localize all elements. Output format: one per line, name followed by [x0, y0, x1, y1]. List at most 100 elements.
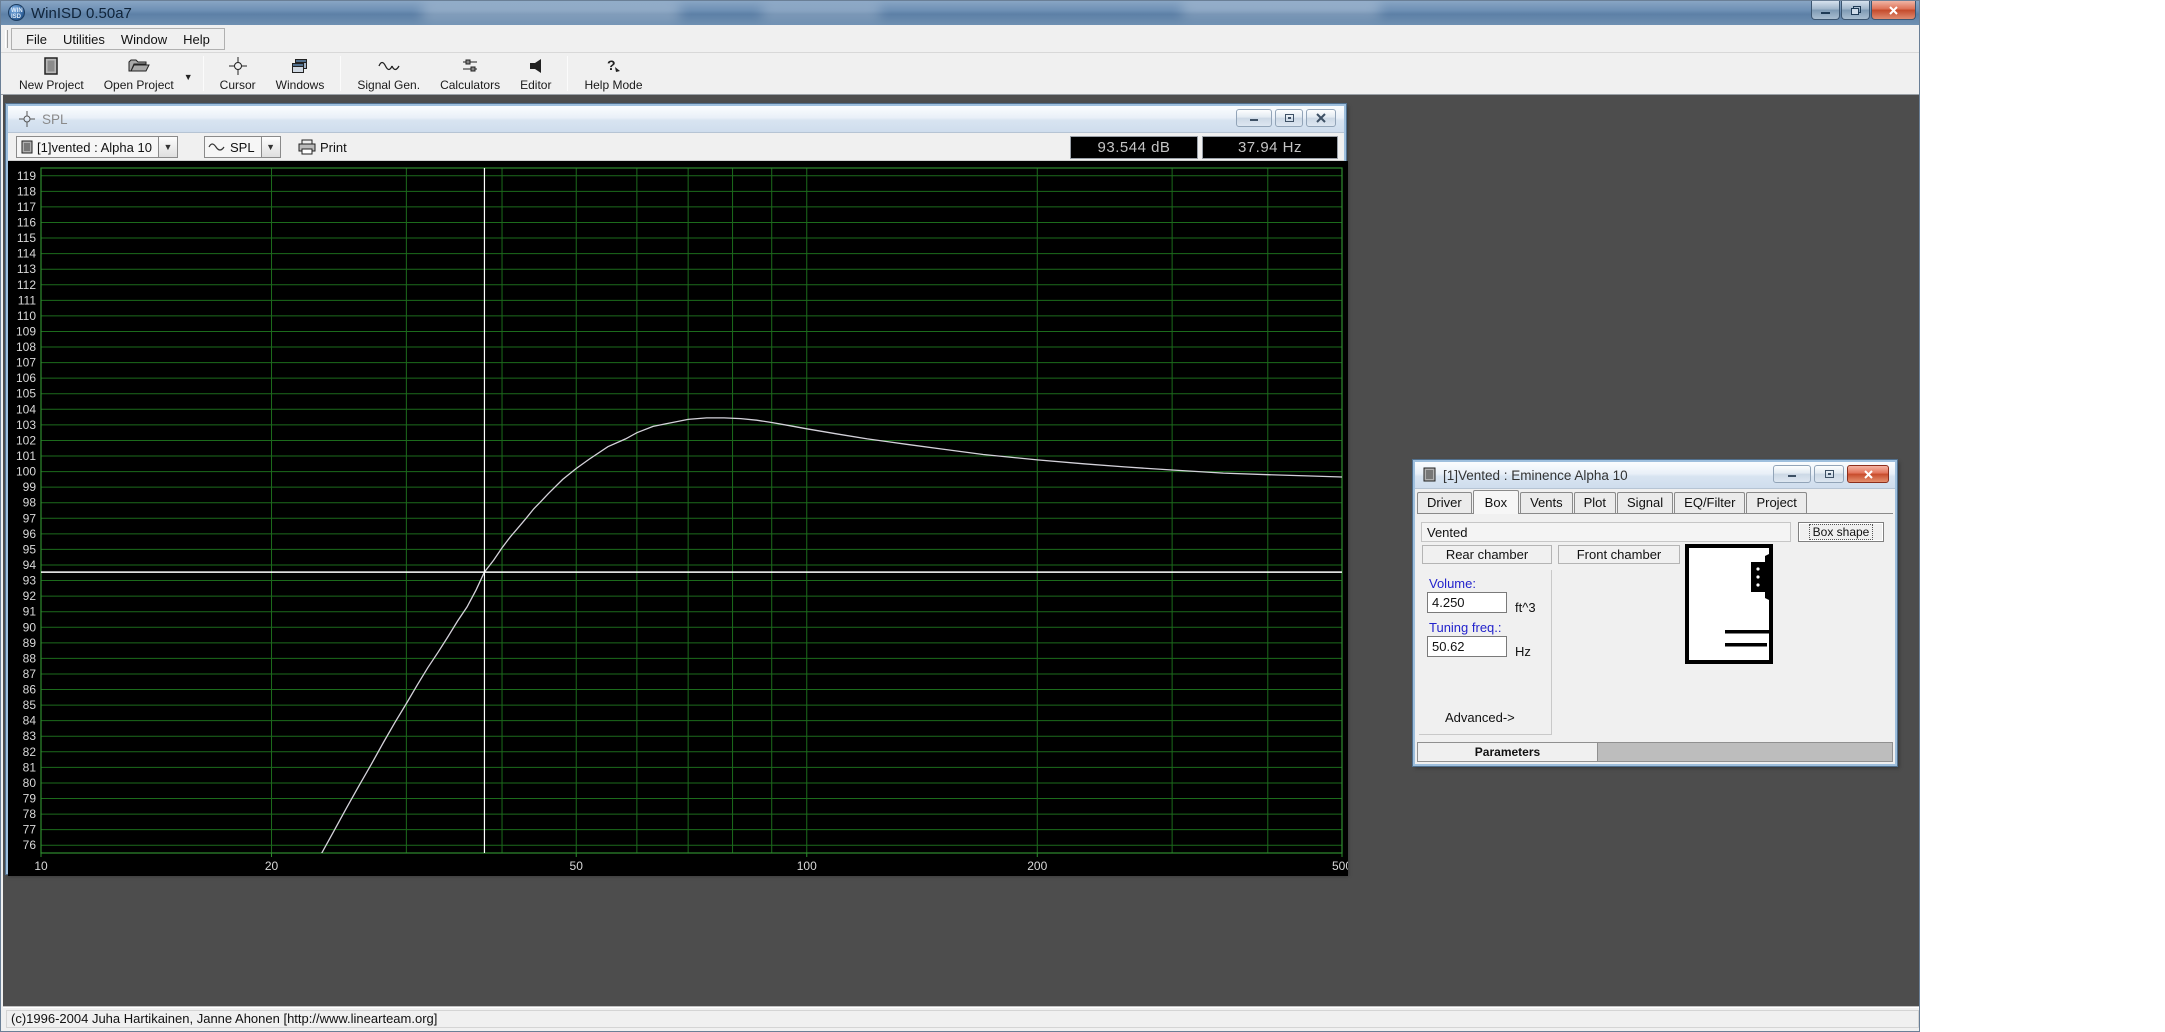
spl-restore-button[interactable] [1275, 109, 1303, 127]
menu-window[interactable]: Window [113, 30, 175, 49]
app-icon: WINISD [8, 4, 25, 21]
svg-text:99: 99 [23, 480, 37, 494]
vented-close-button[interactable] [1847, 465, 1889, 483]
svg-text:100: 100 [797, 859, 817, 873]
box-tab-content: Vented Box shape Rear chamber Front cham… [1417, 513, 1893, 740]
winisd-main-window: WINISD WinISD 0.50a7 [0, 0, 1920, 1032]
minimize-button[interactable] [1811, 1, 1840, 20]
titlebar-glass-artifact [761, 6, 881, 18]
parameters-header[interactable]: Parameters [1418, 743, 1598, 761]
svg-text:94: 94 [23, 558, 37, 572]
svg-text:10: 10 [34, 859, 48, 873]
advanced-button[interactable]: Advanced-> [1445, 710, 1515, 725]
restore-icon [1824, 469, 1835, 479]
spl-caption-buttons [1233, 109, 1336, 127]
menu-file[interactable]: File [18, 30, 55, 49]
tab-box[interactable]: Box [1473, 490, 1519, 514]
cursor-db-readout: 93.544 dB [1070, 136, 1198, 159]
chevron-down-icon[interactable]: ▼ [261, 137, 280, 157]
svg-text:93: 93 [23, 574, 37, 588]
vented-titlebar[interactable]: [1]Vented : Eminence Alpha 10 [1415, 462, 1895, 489]
box-shape-button[interactable]: Box shape [1798, 522, 1884, 542]
screen: WINISD WinISD 0.50a7 [0, 0, 2165, 1032]
svg-text:20: 20 [265, 859, 279, 873]
main-titlebar[interactable]: WINISD WinISD 0.50a7 [1, 1, 1919, 25]
main-toolbar: New Project Open Project ▼ Cursor [1, 53, 1919, 95]
svg-text:500: 500 [1332, 859, 1348, 873]
cursor-button[interactable]: Cursor [210, 53, 266, 94]
signal-gen-button[interactable]: Signal Gen. [347, 53, 430, 94]
box-type-field[interactable]: Vented [1421, 522, 1791, 542]
svg-text:78: 78 [23, 807, 37, 821]
project-doc-icon [1423, 467, 1436, 482]
tuning-freq-input[interactable] [1427, 636, 1507, 657]
parameters-bar[interactable]: Parameters [1417, 742, 1893, 762]
close-button[interactable] [1871, 1, 1916, 20]
chevron-down-icon[interactable]: ▼ [158, 137, 177, 157]
restore-button[interactable] [1841, 1, 1870, 20]
menu-help[interactable]: Help [175, 30, 218, 49]
minimize-icon [1249, 114, 1259, 122]
windows-button[interactable]: Windows [266, 53, 335, 94]
volume-input[interactable] [1427, 592, 1507, 613]
spl-minimize-button[interactable] [1236, 109, 1272, 127]
new-project-button[interactable]: New Project [9, 53, 94, 94]
graph-type-combobox[interactable]: SPL ▼ [204, 136, 281, 158]
vented-restore-button[interactable] [1814, 465, 1844, 483]
help-icon: ? [605, 56, 621, 76]
volume-label: Volume: [1429, 576, 1476, 591]
svg-text:84: 84 [23, 714, 37, 728]
volume-unit: ft^3 [1515, 600, 1536, 615]
spl-plot-area[interactable]: 7677787980818283848586878889909192939495… [8, 161, 1348, 876]
front-chamber-button[interactable]: Front chamber [1558, 545, 1680, 564]
spl-chart[interactable]: 7677787980818283848586878889909192939495… [8, 161, 1348, 876]
printer-icon [298, 139, 316, 155]
editor-button[interactable]: Editor [510, 53, 561, 94]
svg-text:50: 50 [570, 859, 584, 873]
svg-text:104: 104 [16, 402, 36, 416]
close-icon [1863, 469, 1874, 480]
tab-driver[interactable]: Driver [1417, 492, 1472, 513]
svg-text:90: 90 [23, 620, 37, 634]
open-project-icon [128, 56, 150, 76]
menu-utilities[interactable]: Utilities [55, 30, 113, 49]
svg-text:200: 200 [1027, 859, 1047, 873]
tab-vents[interactable]: Vents [1520, 492, 1573, 513]
svg-text:85: 85 [23, 698, 37, 712]
spl-window-title: SPL [42, 112, 68, 127]
minimize-icon [1787, 470, 1797, 478]
vented-minimize-button[interactable] [1773, 465, 1811, 483]
print-button[interactable]: Print [298, 136, 347, 158]
tab-eq-filter[interactable]: EQ/Filter [1674, 492, 1745, 513]
crosshair-icon [19, 111, 35, 127]
main-statusbar: (c)1996-2004 Juha Hartikainen, Janne Aho… [3, 1007, 1919, 1029]
rear-chamber-button[interactable]: Rear chamber [1422, 545, 1552, 564]
svg-text:89: 89 [23, 636, 37, 650]
calculators-button[interactable]: Calculators [430, 53, 510, 94]
spl-titlebar[interactable]: SPL [8, 106, 1344, 133]
tab-plot[interactable]: Plot [1574, 492, 1616, 513]
help-mode-button[interactable]: ? Help Mode [574, 53, 652, 94]
titlebar-glass-artifact [421, 4, 681, 20]
project-selector-combobox[interactable]: [1]vented : Alpha 10 ▼ [16, 136, 178, 158]
svg-text:109: 109 [16, 324, 36, 338]
tab-project[interactable]: Project [1746, 492, 1806, 513]
restore-icon [1850, 5, 1862, 16]
svg-text:79: 79 [23, 792, 37, 806]
open-project-dropdown[interactable]: ▼ [184, 53, 197, 94]
spl-close-button[interactable] [1306, 109, 1336, 127]
svg-text:113: 113 [17, 262, 36, 276]
vented-tab-bar: Driver Box Vents Plot Signal EQ/Filter P… [1417, 490, 1808, 513]
svg-text:100: 100 [16, 465, 36, 479]
copyright-text: (c)1996-2004 Juha Hartikainen, Janne Aho… [7, 1011, 437, 1026]
menubar-grip[interactable] [5, 30, 8, 48]
svg-text:87: 87 [23, 667, 37, 681]
tab-signal[interactable]: Signal [1617, 492, 1673, 513]
titlebar-glass-artifact [1181, 3, 1381, 17]
svg-text:83: 83 [23, 729, 37, 743]
sine-wave-icon [378, 56, 400, 76]
open-project-button[interactable]: Open Project [94, 53, 184, 94]
tuning-freq-label: Tuning freq.: [1429, 620, 1502, 635]
svg-text:103: 103 [16, 418, 36, 432]
svg-text:102: 102 [16, 433, 36, 447]
